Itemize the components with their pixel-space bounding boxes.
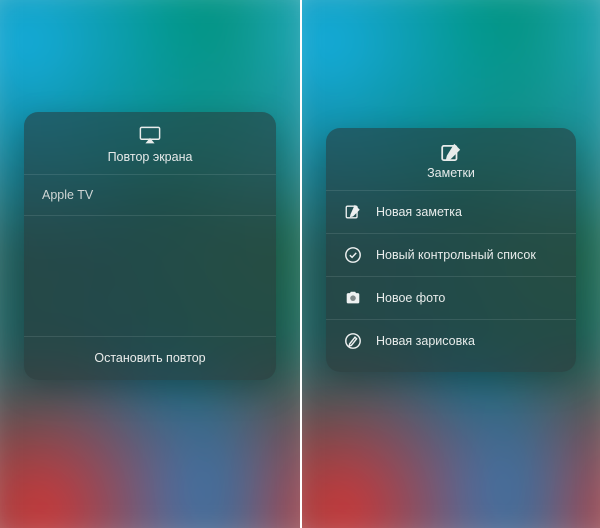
device-label: Apple TV	[42, 188, 93, 202]
pane-notes: Заметки Новая заметка	[300, 0, 600, 528]
panel-header: Повтор экрана	[24, 112, 276, 174]
menu-item-label: Новый контрольный список	[376, 248, 536, 262]
menu-item-new-note[interactable]: Новая заметка	[326, 190, 576, 233]
checklist-icon	[344, 246, 362, 264]
menu-item-new-photo[interactable]: Новое фото	[326, 276, 576, 319]
camera-icon	[344, 289, 362, 307]
panel-spacer	[24, 216, 276, 336]
menu-item-new-checklist[interactable]: Новый контрольный список	[326, 233, 576, 276]
quick-actions-list: Новая заметка Новый контрольный список	[326, 190, 576, 362]
airplay-icon	[139, 126, 161, 144]
menu-item-label: Новое фото	[376, 291, 445, 305]
panel-header: Заметки	[326, 128, 576, 190]
menu-item-new-sketch[interactable]: Новая зарисовка	[326, 319, 576, 362]
new-note-icon	[344, 203, 362, 221]
panel-title: Повтор экрана	[108, 150, 193, 164]
compose-icon	[440, 142, 462, 160]
stop-mirroring-label: Остановить повтор	[94, 351, 205, 365]
pane-screen-mirroring: Повтор экрана Apple TV Остановить повтор	[0, 0, 300, 528]
panel-title: Заметки	[427, 166, 475, 180]
menu-item-label: Новая зарисовка	[376, 334, 475, 348]
notes-panel: Заметки Новая заметка	[326, 128, 576, 372]
device-row-apple-tv[interactable]: Apple TV	[24, 175, 276, 215]
screen-mirroring-panel: Повтор экрана Apple TV Остановить повтор	[24, 112, 276, 380]
sketch-icon	[344, 332, 362, 350]
screenshot-pair: Повтор экрана Apple TV Остановить повтор	[0, 0, 600, 528]
menu-item-label: Новая заметка	[376, 205, 462, 219]
stop-mirroring-button[interactable]: Остановить повтор	[24, 336, 276, 380]
